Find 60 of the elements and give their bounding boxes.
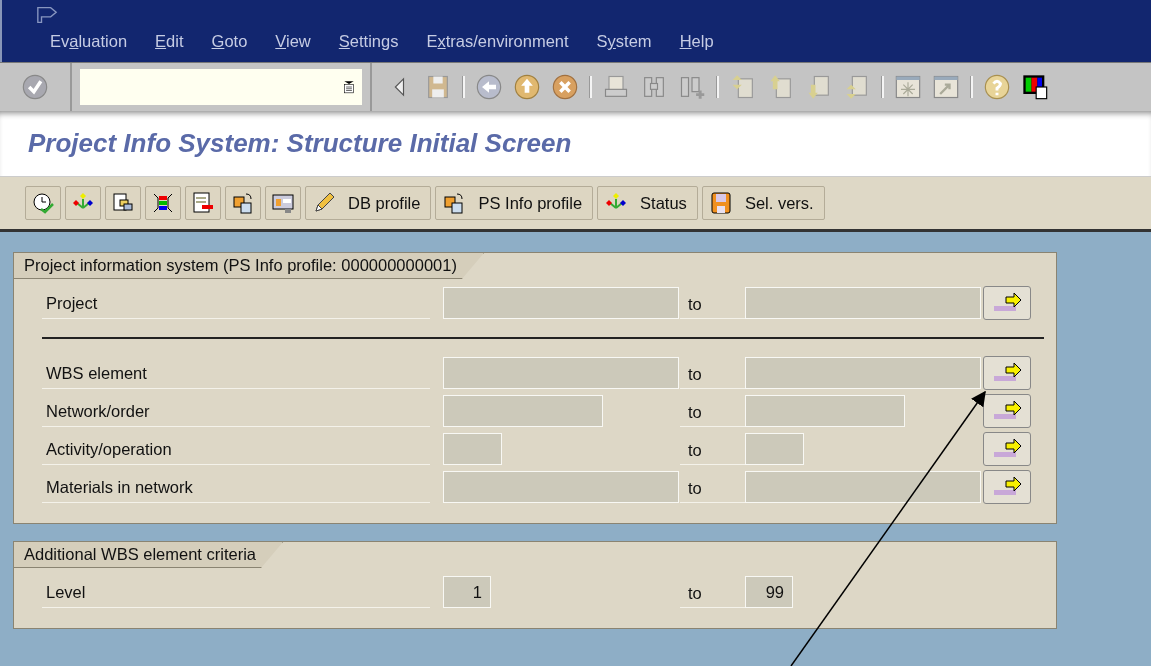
layout-icon[interactable] <box>1021 73 1049 101</box>
command-field[interactable] <box>80 69 362 105</box>
low-value-field[interactable] <box>443 357 679 389</box>
high-value-field[interactable] <box>745 287 981 319</box>
menu-item[interactable]: View <box>275 32 311 51</box>
transfer-icon <box>231 191 255 215</box>
field-label: Level <box>42 576 430 608</box>
screen-title: Project Info System: Structure Initial Screen <box>28 128 572 159</box>
exit-icon[interactable] <box>513 73 541 101</box>
clock-check-icon <box>31 191 55 215</box>
transfer-button[interactable] <box>225 186 261 220</box>
enter-icon <box>21 73 49 101</box>
high-value-field[interactable] <box>745 395 905 427</box>
low-value-field[interactable] <box>443 287 679 319</box>
high-value-field[interactable]: 99 <box>745 576 793 608</box>
menu-item[interactable]: Evaluation <box>50 32 128 51</box>
low-value-field[interactable]: 1 <box>443 576 491 608</box>
field-label: WBS element <box>42 357 430 389</box>
multiple-selection-button[interactable] <box>983 394 1031 428</box>
form-button[interactable] <box>185 186 221 220</box>
menu-item[interactable]: Goto <box>211 32 248 51</box>
multiple-selection-button[interactable] <box>983 286 1031 320</box>
layout-settings-icon <box>271 191 295 215</box>
high-value-field[interactable] <box>745 433 804 465</box>
low-value-field[interactable] <box>443 471 679 503</box>
field-label: Network/order <box>42 395 430 427</box>
field-label: Materials in network <box>42 471 430 503</box>
form-icon <box>191 191 215 215</box>
multiple-selection-button[interactable] <box>983 432 1031 466</box>
layout-settings-button[interactable] <box>265 186 301 220</box>
menu-item[interactable]: System <box>596 32 652 51</box>
low-value-field[interactable] <box>443 395 603 427</box>
panel-title: Additional WBS element criteria <box>14 542 283 568</box>
low-value-field[interactable] <box>443 433 502 465</box>
pencil-icon <box>312 191 336 215</box>
toolbar-button[interactable]: Sel. vers. <box>701 186 825 220</box>
field-label: Activity/operation <box>42 433 430 465</box>
menu-item[interactable]: Edit <box>155 32 184 51</box>
clock-check-button[interactable] <box>25 186 61 220</box>
high-value-field[interactable] <box>745 471 981 503</box>
toolbar-button[interactable]: DB profile <box>305 186 432 220</box>
toolbar-button[interactable]: Status <box>597 186 698 220</box>
multiple-selection-button[interactable] <box>983 470 1031 504</box>
field-label: Project <box>42 287 430 319</box>
copy-documents-button[interactable] <box>105 186 141 220</box>
multiple-selection-button[interactable] <box>983 356 1031 390</box>
shortcut-icon[interactable] <box>932 73 960 101</box>
color-bars-button[interactable] <box>145 186 181 220</box>
help-icon[interactable] <box>983 73 1011 101</box>
menu-item[interactable]: Extras/environment <box>426 32 569 51</box>
panel-title: Project information system (PS Info profile: 000000000001) <box>14 253 484 279</box>
history-icon <box>342 78 356 96</box>
color-bars-icon <box>151 191 175 215</box>
menu-item[interactable]: Settings <box>338 32 399 51</box>
high-value-field[interactable] <box>745 357 981 389</box>
cancel-icon[interactable] <box>551 73 579 101</box>
save-icon <box>708 191 733 215</box>
toolbar-button[interactable]: PS Info profile <box>435 186 594 220</box>
new-session-icon[interactable] <box>894 73 922 101</box>
menu-item[interactable]: Help <box>679 32 714 51</box>
